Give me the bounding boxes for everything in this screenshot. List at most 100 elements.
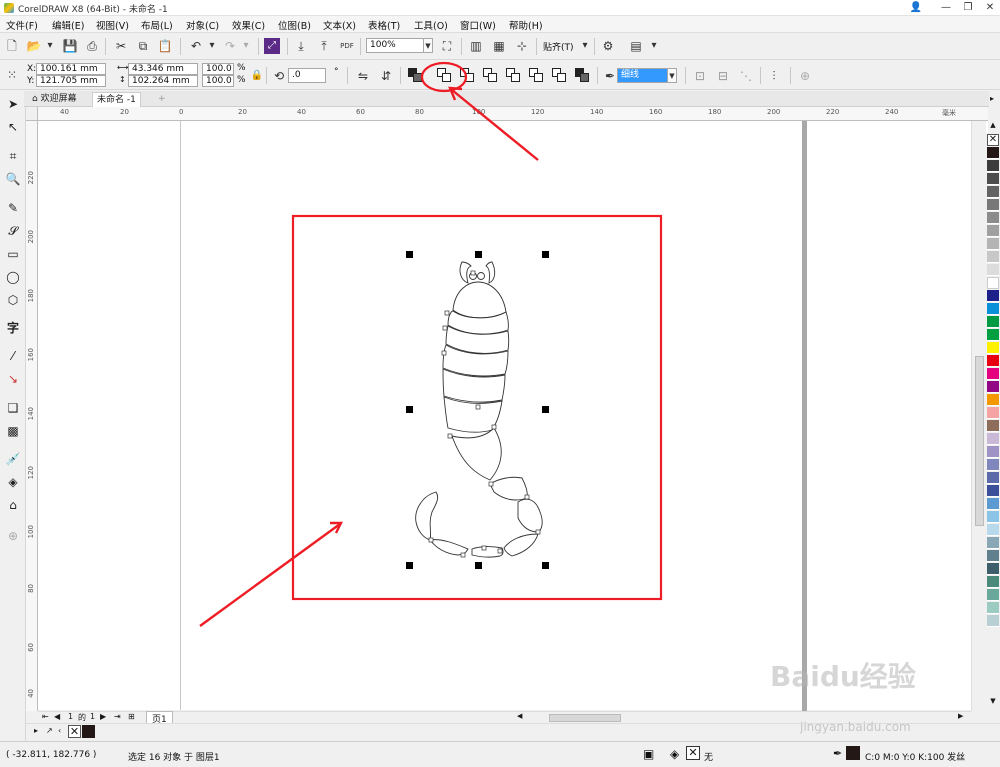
palette-swatch[interactable] xyxy=(987,420,999,432)
palette-swatch[interactable] xyxy=(987,407,999,419)
menu-edit[interactable]: 编辑(E) xyxy=(52,18,84,32)
trim-icon[interactable] xyxy=(460,68,474,82)
palette-swatch[interactable] xyxy=(987,563,999,575)
horizontal-ruler[interactable]: 40 20 0 20 40 60 80 100 120 140 160 180 … xyxy=(38,107,988,121)
add-toolbar-icon[interactable]: ⊕ xyxy=(797,68,813,84)
palette-swatch[interactable] xyxy=(987,589,999,601)
palette-left-icon[interactable]: ‹ xyxy=(58,726,61,735)
fill-none-swatch[interactable]: ✕ xyxy=(686,746,700,760)
parallel-dimension-icon[interactable]: ⁄ xyxy=(4,347,22,365)
account-icon[interactable]: 👤 xyxy=(904,0,928,16)
palette-swatch[interactable] xyxy=(987,329,999,341)
options-gear-icon[interactable]: ⚙ xyxy=(600,38,616,54)
show-grid-icon[interactable]: ▦ xyxy=(491,38,507,54)
palette-swatch[interactable] xyxy=(987,576,999,588)
add-tab-button[interactable]: + xyxy=(154,92,170,107)
artistic-media-icon[interactable]: 𝓢 xyxy=(4,222,22,240)
freehand-tool-icon[interactable]: ✎ xyxy=(4,199,22,217)
show-guidelines-icon[interactable]: ⊹ xyxy=(514,38,530,54)
save-icon[interactable]: 💾 xyxy=(62,38,78,54)
copy-icon[interactable]: ⧉ xyxy=(135,38,151,54)
snap-to-menu[interactable]: 贴齐(T) xyxy=(543,40,574,53)
palette-swatch[interactable] xyxy=(987,537,999,549)
open-folder-icon[interactable]: 📂 xyxy=(26,38,42,54)
undo-dropdown-icon[interactable]: ▾ xyxy=(204,38,220,54)
align-distribute-icon[interactable]: ⫶ xyxy=(766,68,782,84)
back-minus-front-icon[interactable] xyxy=(552,68,566,82)
ruler-corner[interactable] xyxy=(26,107,38,121)
palette-swatch[interactable] xyxy=(987,160,999,172)
redo-icon[interactable]: ↷ xyxy=(222,38,238,54)
palette-swatch[interactable] xyxy=(987,524,999,536)
import-icon[interactable]: ⤓ xyxy=(293,38,309,54)
menu-view[interactable]: 视图(V) xyxy=(96,18,129,32)
palette-swatch[interactable] xyxy=(987,511,999,523)
palette-swatch[interactable] xyxy=(987,394,999,406)
weld-icon[interactable] xyxy=(437,68,451,82)
scale-x-field[interactable]: 100.0 xyxy=(202,63,234,75)
menu-layout[interactable]: 布局(L) xyxy=(141,18,173,32)
create-boundary-icon[interactable] xyxy=(575,68,589,82)
outline-color-swatch[interactable] xyxy=(846,746,860,760)
show-rulers-icon[interactable]: ▥ xyxy=(468,38,484,54)
rectangle-tool-icon[interactable]: ▭ xyxy=(4,245,22,263)
palette-swatch[interactable] xyxy=(987,472,999,484)
palette-swatch[interactable] xyxy=(987,238,999,250)
vertical-scroll-thumb[interactable] xyxy=(975,356,984,526)
transparency-icon[interactable]: ▩ xyxy=(4,422,22,440)
no-fill-swatch[interactable]: ✕ xyxy=(987,134,999,146)
palette-swatch[interactable] xyxy=(987,225,999,237)
interactive-fill-icon[interactable]: ◈ xyxy=(4,473,22,491)
pick-tool-icon[interactable]: ➤ xyxy=(4,95,22,113)
palette-swatch[interactable] xyxy=(987,459,999,471)
palette-swatch[interactable] xyxy=(987,199,999,211)
width-field[interactable]: 43.346 mm xyxy=(128,63,198,75)
front-minus-back-icon[interactable] xyxy=(529,68,543,82)
palette-swatch[interactable] xyxy=(987,277,999,289)
palette-scroll-down-icon[interactable]: ▼ xyxy=(987,697,999,708)
search-content-icon[interactable]: ⤢ xyxy=(264,38,280,54)
color-proof-icon[interactable]: ▣ xyxy=(643,747,654,761)
zoom-tool-icon[interactable]: 🔍 xyxy=(4,170,22,188)
horizontal-scroll-thumb[interactable] xyxy=(549,714,621,722)
palette-swatch[interactable] xyxy=(987,251,999,263)
intersect-icon[interactable] xyxy=(483,68,497,82)
palette-swatch[interactable] xyxy=(987,290,999,302)
menu-help[interactable]: 帮助(H) xyxy=(509,18,543,32)
outline-pen-status-icon[interactable]: ✒ xyxy=(833,747,842,760)
outline-width-dropdown-icon[interactable]: ▼ xyxy=(667,68,677,83)
zoom-dropdown-icon[interactable]: ▼ xyxy=(423,38,433,53)
mirror-vertical-icon[interactable]: ⇵ xyxy=(378,68,394,84)
close-button[interactable]: ✕ xyxy=(978,0,1000,16)
palette-swatch[interactable] xyxy=(987,186,999,198)
palette-swatch[interactable] xyxy=(987,498,999,510)
application-launcher-icon[interactable]: ▤ xyxy=(628,38,644,54)
full-screen-icon[interactable]: ⛶ xyxy=(439,38,455,54)
smart-fill-icon[interactable]: ⌂ xyxy=(4,496,22,514)
rotation-field[interactable]: .0 xyxy=(288,68,326,83)
palette-swatch[interactable] xyxy=(987,303,999,315)
palette-swatch[interactable] xyxy=(987,485,999,497)
first-page-icon[interactable]: ⇤ xyxy=(42,712,49,721)
palette-swatch[interactable] xyxy=(987,615,999,627)
y-position-field[interactable]: 121.705 mm xyxy=(36,75,106,87)
undo-icon[interactable]: ↶ xyxy=(188,38,204,54)
palette-swatch[interactable] xyxy=(987,173,999,185)
menu-text[interactable]: 文本(X) xyxy=(323,18,356,32)
outline-width-field[interactable]: 细线 xyxy=(617,68,669,83)
connector-tool-icon[interactable]: ↘ xyxy=(4,370,22,388)
palette-swatch[interactable] xyxy=(987,602,999,614)
drop-shadow-icon[interactable]: ❑ xyxy=(4,399,22,417)
next-page-icon[interactable]: ▶ xyxy=(100,712,106,721)
ungroup-icon[interactable]: ⊟ xyxy=(715,68,731,84)
vertical-ruler[interactable]: 220 200 180 160 140 120 100 80 60 40 xyxy=(26,121,38,711)
open-dropdown-icon[interactable]: ▾ xyxy=(42,38,58,54)
object-origin-icon[interactable]: ⁙ xyxy=(4,67,20,83)
palette-swatch[interactable] xyxy=(987,550,999,562)
prev-page-icon[interactable]: ◀ xyxy=(54,712,60,721)
menu-effects[interactable]: 效果(C) xyxy=(232,18,265,32)
palette-menu-icon[interactable]: ▸ xyxy=(34,726,38,735)
zoom-level-field[interactable]: 100% xyxy=(366,38,424,53)
scale-y-field[interactable]: 100.0 xyxy=(202,75,234,87)
group-icon[interactable]: ⊡ xyxy=(692,68,708,84)
